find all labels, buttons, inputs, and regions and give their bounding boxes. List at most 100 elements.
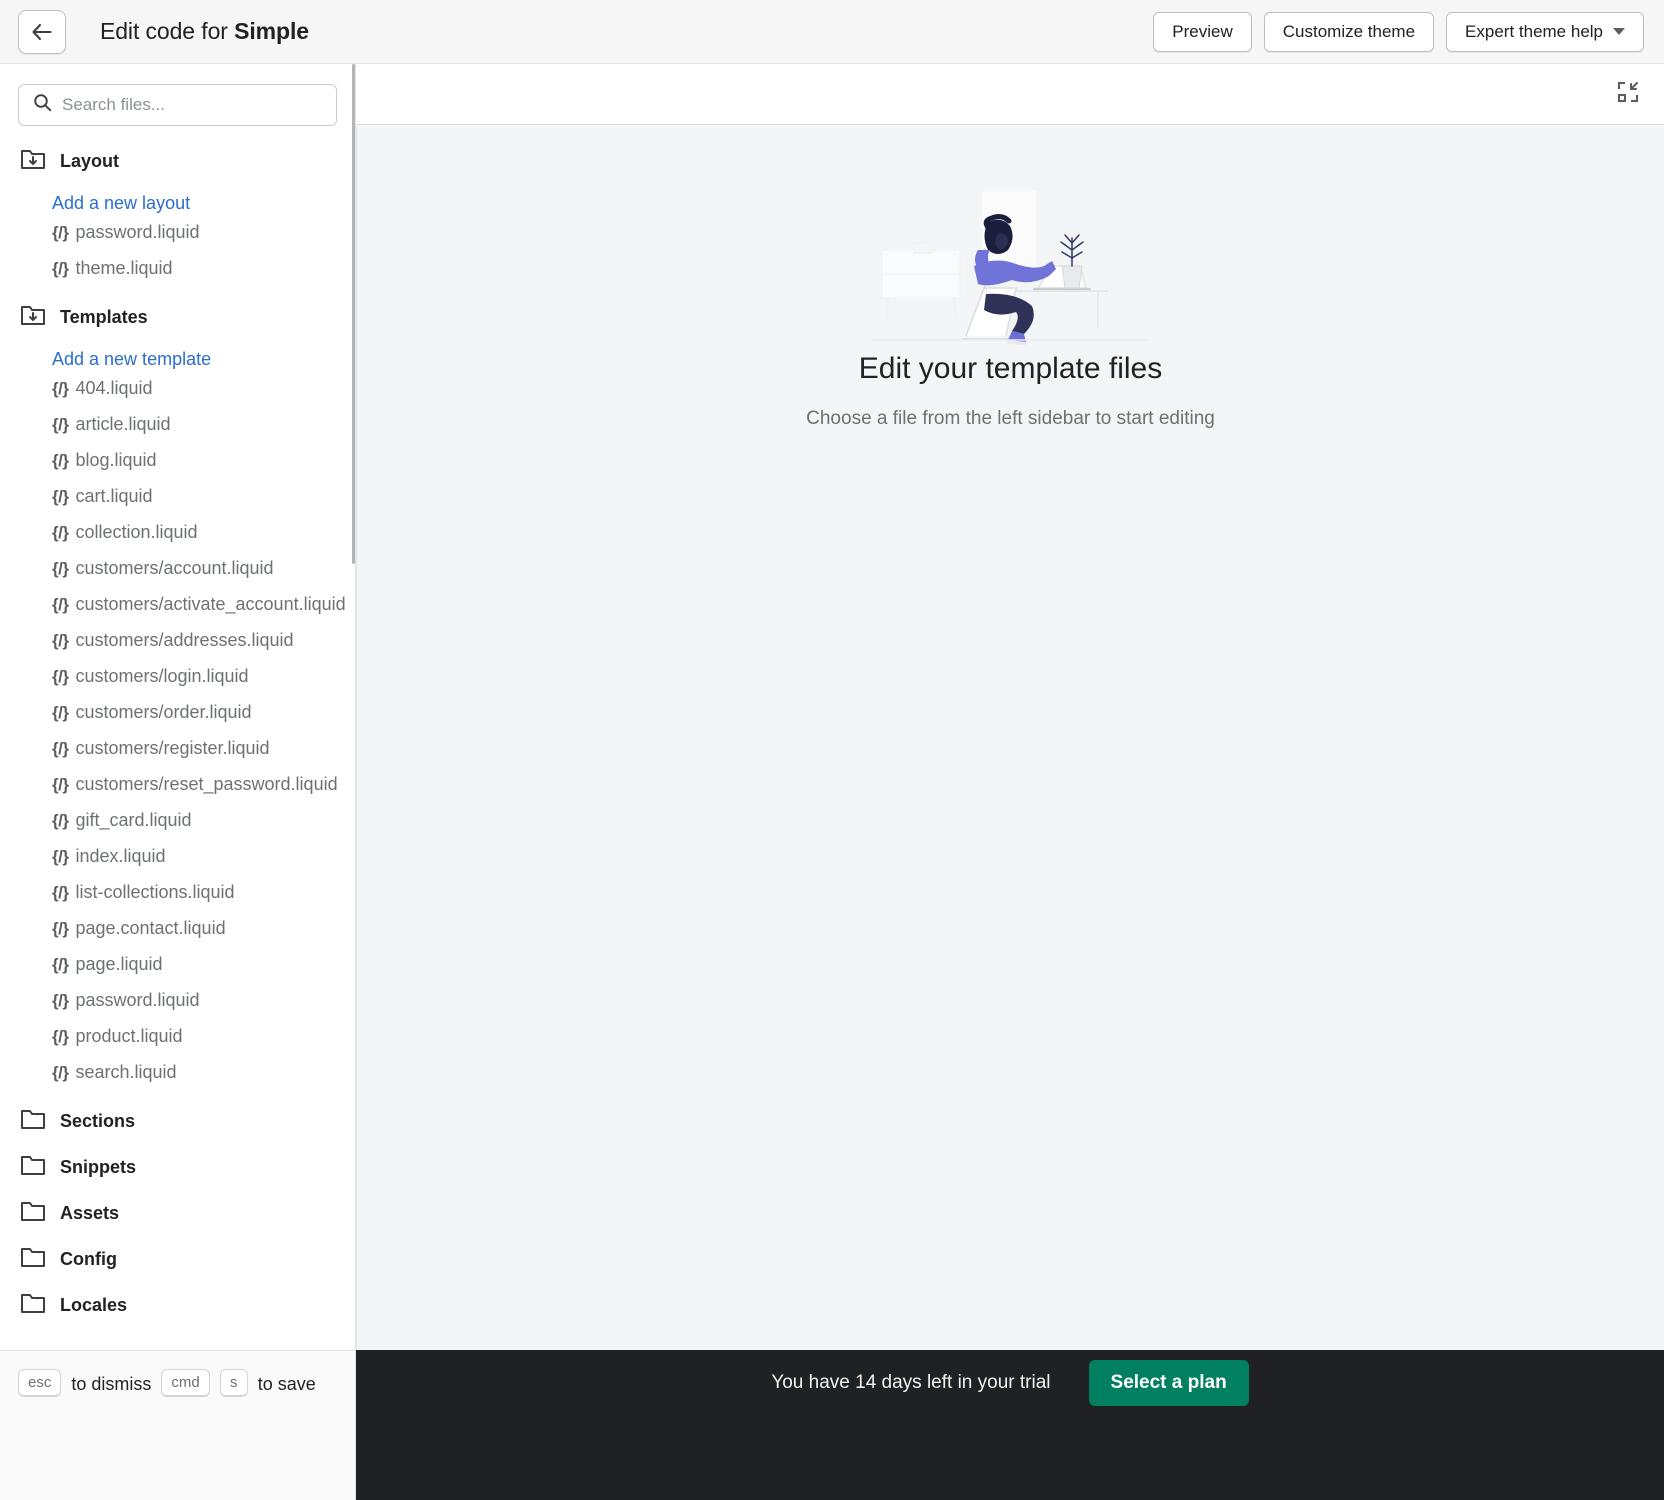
liquid-file-icon: {/} — [52, 595, 69, 614]
save-label: to save — [257, 1374, 316, 1394]
collapse-panel-button[interactable] — [1614, 80, 1642, 108]
file-name: article.liquid — [75, 414, 171, 434]
select-a-plan-button[interactable]: Select a plan — [1088, 1360, 1249, 1406]
expert-theme-help-button[interactable]: Expert theme help — [1446, 11, 1644, 52]
file-row[interactable]: {/} cart.liquid — [0, 486, 355, 522]
file-name: product.liquid — [75, 1026, 183, 1046]
liquid-file-icon: {/} — [52, 523, 69, 542]
folder-label: Layout — [60, 150, 120, 171]
file-name: password.liquid — [75, 222, 200, 242]
file-row[interactable]: {/} 404.liquid — [0, 378, 355, 414]
folder-label: Sections — [60, 1110, 136, 1131]
search-input[interactable] — [62, 95, 336, 115]
folder-row-sections[interactable]: Sections — [0, 1098, 355, 1144]
file-name: customers/order.liquid — [75, 702, 252, 722]
liquid-file-icon: {/} — [52, 775, 69, 794]
file-row[interactable]: {/} password.liquid — [0, 990, 355, 1026]
file-row[interactable]: {/} collection.liquid — [0, 522, 355, 558]
customize-theme-button[interactable]: Customize theme — [1263, 11, 1435, 52]
keyboard-shortcuts-bar: esc to dismiss cmd s to save — [0, 1350, 356, 1500]
page-title-theme: Simple — [234, 18, 309, 44]
file-row[interactable]: {/} blog.liquid — [0, 450, 355, 486]
file-row[interactable]: {/} customers/reset_password.liquid — [0, 774, 355, 810]
folder-label: Templates — [60, 306, 148, 327]
file-row[interactable]: {/} password.liquid — [0, 222, 355, 258]
add-new-link-templates[interactable]: Add a new template — [0, 340, 355, 378]
folder-icon — [20, 1107, 46, 1136]
cmd-key-chip[interactable]: cmd — [161, 1369, 210, 1397]
sidebar-scrollbar[interactable] — [352, 64, 355, 564]
add-new-link-layout[interactable]: Add a new layout — [0, 184, 355, 222]
folder-icon — [20, 1199, 46, 1228]
s-key-chip[interactable]: s — [219, 1369, 248, 1397]
theme-code-editor-page: Edit code for Simple Preview Customize t… — [0, 0, 1664, 1500]
file-name: customers/reset_password.liquid — [75, 774, 338, 794]
search-files-container — [0, 64, 355, 134]
dismiss-label: to dismiss — [71, 1374, 152, 1394]
liquid-file-icon: {/} — [52, 559, 69, 578]
file-name: customers/account.liquid — [75, 558, 274, 578]
file-sidebar: Layout Add a new layout {/} password.liquid… — [0, 64, 356, 1350]
liquid-file-icon: {/} — [52, 259, 69, 278]
liquid-file-icon: {/} — [52, 703, 69, 722]
file-row[interactable]: {/} gift_card.liquid — [0, 810, 355, 846]
file-name: index.liquid — [75, 846, 166, 866]
page-title: Edit code for Simple — [100, 18, 309, 45]
file-name: customers/activate_account.liquid — [75, 594, 346, 614]
file-row[interactable]: {/} search.liquid — [0, 1062, 355, 1098]
folder-row-templates[interactable]: Templates — [0, 294, 355, 340]
search-icon — [19, 93, 62, 117]
file-row[interactable]: {/} customers/order.liquid — [0, 702, 355, 738]
folder-icon — [20, 1153, 46, 1182]
liquid-file-icon: {/} — [52, 811, 69, 830]
folder-row-assets[interactable]: Assets — [0, 1190, 355, 1236]
file-row[interactable]: {/} customers/addresses.liquid — [0, 630, 355, 666]
file-row[interactable]: {/} page.liquid — [0, 954, 355, 990]
preview-button[interactable]: Preview — [1153, 11, 1252, 52]
liquid-file-icon: {/} — [52, 739, 69, 758]
file-name: page.contact.liquid — [75, 918, 226, 938]
empty-state-title: Edit your template files — [858, 352, 1163, 385]
file-name: gift_card.liquid — [75, 810, 192, 830]
esc-key-chip[interactable]: esc — [18, 1369, 62, 1397]
main-panel: Edit your template files Choose a file f… — [356, 64, 1664, 1350]
liquid-file-icon: {/} — [52, 487, 69, 506]
folder-row-locales[interactable]: Locales — [0, 1282, 355, 1328]
file-row[interactable]: {/} customers/activate_account.liquid — [0, 594, 355, 630]
liquid-file-icon: {/} — [52, 955, 69, 974]
file-row[interactable]: {/} product.liquid — [0, 1026, 355, 1062]
file-row[interactable]: {/} page.contact.liquid — [0, 918, 355, 954]
file-row[interactable]: {/} customers/login.liquid — [0, 666, 355, 702]
file-name: password.liquid — [75, 990, 200, 1010]
file-row[interactable]: {/} list-collections.liquid — [0, 882, 355, 918]
folder-open-icon — [20, 147, 46, 176]
file-row[interactable]: {/} customers/register.liquid — [0, 738, 355, 774]
folder-icon — [20, 1245, 46, 1274]
folder-row-snippets[interactable]: Snippets — [0, 1144, 355, 1190]
liquid-file-icon: {/} — [52, 883, 69, 902]
file-tree: Layout Add a new layout {/} password.liquid… — [0, 134, 355, 1328]
collapse-inward-icon — [1616, 80, 1640, 109]
liquid-file-icon: {/} — [52, 415, 69, 434]
top-bar: Edit code for Simple Preview Customize t… — [0, 0, 1664, 64]
file-row[interactable]: {/} theme.liquid — [0, 258, 355, 294]
back-button[interactable] — [18, 9, 66, 54]
folder-label: Locales — [60, 1294, 128, 1315]
file-name: search.liquid — [75, 1062, 177, 1082]
main-panel-header — [356, 64, 1664, 125]
file-row[interactable]: {/} customers/account.liquid — [0, 558, 355, 594]
folder-row-config[interactable]: Config — [0, 1236, 355, 1282]
file-name: page.liquid — [75, 954, 163, 974]
liquid-file-icon: {/} — [52, 991, 69, 1010]
liquid-file-icon: {/} — [52, 631, 69, 650]
folder-row-layout[interactable]: Layout — [0, 138, 355, 184]
liquid-file-icon: {/} — [52, 1063, 69, 1082]
file-row[interactable]: {/} article.liquid — [0, 414, 355, 450]
file-row[interactable]: {/} index.liquid — [0, 846, 355, 882]
page-title-prefix: Edit code for — [100, 18, 235, 44]
arrow-left-icon — [31, 23, 53, 41]
main-panel-body: Edit your template files Choose a file f… — [356, 126, 1664, 1350]
add-new-link-label: Add a new template — [52, 348, 212, 369]
folder-open-icon — [20, 303, 46, 332]
search-box[interactable] — [18, 84, 337, 126]
